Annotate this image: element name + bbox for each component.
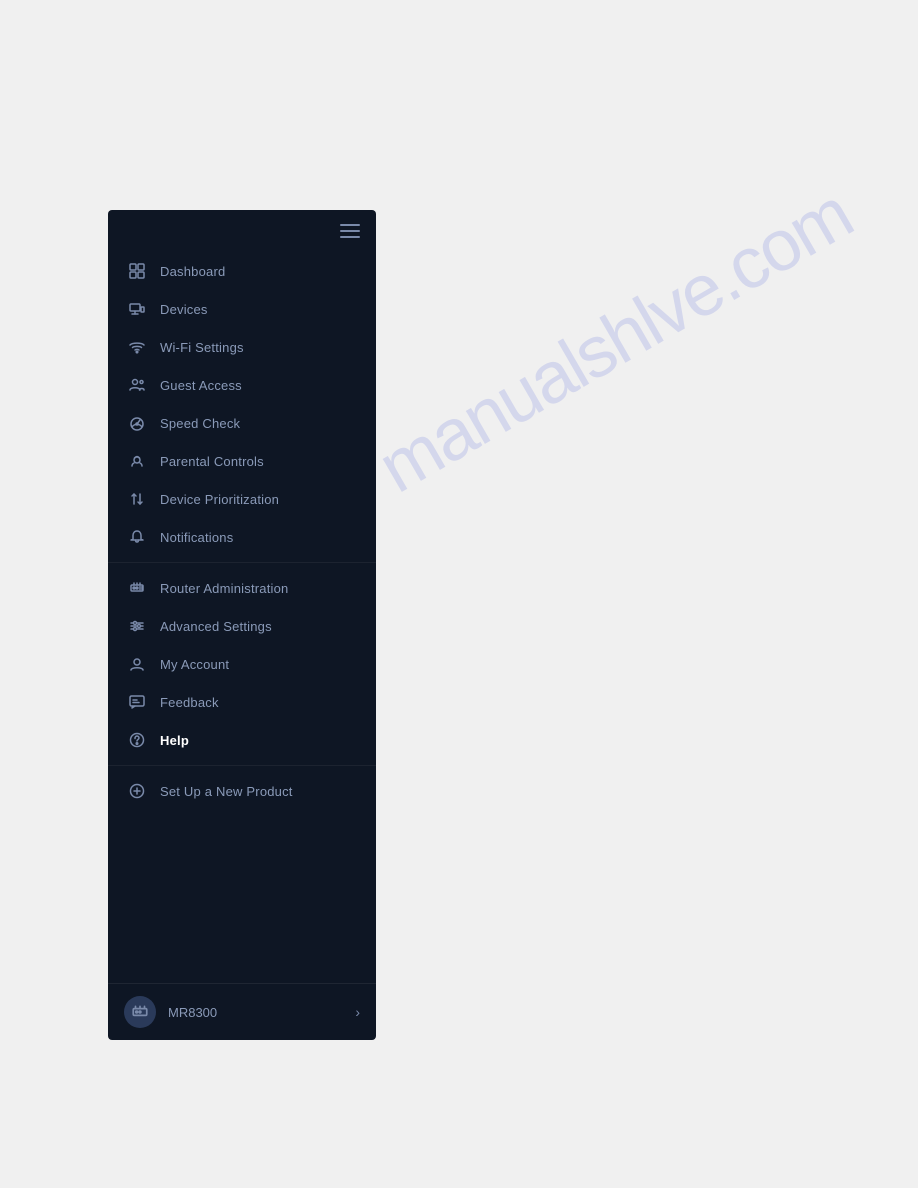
sidebar-item-label: Dashboard <box>160 264 225 279</box>
sidebar-item-label: Notifications <box>160 530 233 545</box>
speed-icon <box>128 414 146 432</box>
sidebar-header <box>108 210 376 248</box>
guest-icon <box>128 376 146 394</box>
sidebar-item-devices[interactable]: Devices <box>108 290 376 328</box>
advanced-icon <box>128 617 146 635</box>
sidebar-item-feedback[interactable]: Feedback <box>108 683 376 721</box>
feedback-icon <box>128 693 146 711</box>
sidebar-item-router-admin[interactable]: Router Administration <box>108 569 376 607</box>
sidebar-item-priority[interactable]: Device Prioritization <box>108 480 376 518</box>
help-icon <box>128 731 146 749</box>
menu-button[interactable] <box>340 224 360 238</box>
sidebar-item-label: Wi-Fi Settings <box>160 340 244 355</box>
device-footer[interactable]: MR8300 › <box>108 983 376 1040</box>
divider <box>108 765 376 766</box>
sidebar-item-label: My Account <box>160 657 229 672</box>
sidebar-item-label: Speed Check <box>160 416 240 431</box>
sidebar-item-wifi[interactable]: Wi-Fi Settings <box>108 328 376 366</box>
sidebar-item-label: Devices <box>160 302 208 317</box>
sidebar-item-notifications[interactable]: Notifications <box>108 518 376 556</box>
notifications-icon <box>128 528 146 546</box>
sidebar-item-dashboard[interactable]: Dashboard <box>108 252 376 290</box>
sidebar-item-speed[interactable]: Speed Check <box>108 404 376 442</box>
sidebar-item-advanced[interactable]: Advanced Settings <box>108 607 376 645</box>
nav-items: Dashboard Devices <box>108 248 376 983</box>
sidebar-item-label: Help <box>160 733 189 748</box>
watermark: manualshlve.com <box>365 173 865 509</box>
wifi-icon <box>128 338 146 356</box>
account-icon <box>128 655 146 673</box>
sidebar-item-label: Feedback <box>160 695 219 710</box>
dashboard-icon <box>128 262 146 280</box>
sidebar-item-parental[interactable]: Parental Controls <box>108 442 376 480</box>
sidebar: Dashboard Devices <box>108 210 376 1040</box>
sidebar-item-label: Advanced Settings <box>160 619 272 634</box>
sidebar-item-label: Guest Access <box>160 378 242 393</box>
sidebar-item-help[interactable]: Help <box>108 721 376 759</box>
devices-icon <box>128 300 146 318</box>
sidebar-item-setup[interactable]: Set Up a New Product <box>108 772 376 810</box>
sidebar-item-label: Set Up a New Product <box>160 784 293 799</box>
chevron-right-icon: › <box>355 1004 360 1020</box>
sidebar-item-label: Router Administration <box>160 581 288 596</box>
device-avatar <box>124 996 156 1028</box>
device-name: MR8300 <box>168 1005 343 1020</box>
router-admin-icon <box>128 579 146 597</box>
sidebar-item-guest[interactable]: Guest Access <box>108 366 376 404</box>
parental-icon <box>128 452 146 470</box>
sidebar-item-label: Parental Controls <box>160 454 264 469</box>
sidebar-item-account[interactable]: My Account <box>108 645 376 683</box>
sidebar-item-label: Device Prioritization <box>160 492 279 507</box>
priority-icon <box>128 490 146 508</box>
divider <box>108 562 376 563</box>
add-icon <box>128 782 146 800</box>
